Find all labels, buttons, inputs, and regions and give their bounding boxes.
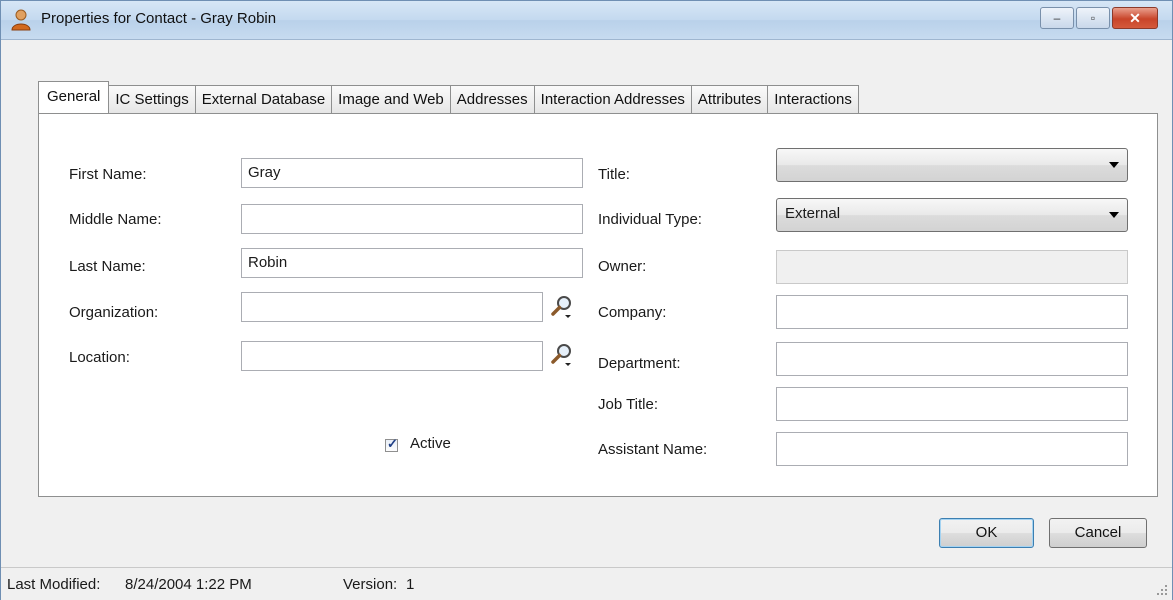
department-label: Department: bbox=[598, 355, 681, 372]
middle-name-label: Middle Name: bbox=[69, 211, 162, 228]
location-field[interactable] bbox=[241, 341, 543, 371]
ok-button[interactable]: OK bbox=[939, 518, 1034, 548]
first-name-field[interactable]: Gray bbox=[241, 158, 583, 188]
restore-button[interactable]: ▫ bbox=[1076, 7, 1110, 29]
organization-lookup-magnifier-icon[interactable] bbox=[550, 294, 574, 320]
tab-image-and-web[interactable]: Image and Web bbox=[331, 85, 451, 113]
job-title-field[interactable] bbox=[776, 387, 1128, 421]
tab-interactions[interactable]: Interactions bbox=[767, 85, 859, 113]
minimize-button[interactable]: – bbox=[1040, 7, 1074, 29]
location-lookup-magnifier-icon[interactable] bbox=[550, 342, 574, 368]
middle-name-field[interactable] bbox=[241, 204, 583, 234]
contact-person-icon bbox=[11, 9, 31, 31]
assistant-name-label: Assistant Name: bbox=[598, 441, 708, 458]
status-bar: Last Modified: 8/24/2004 1:22 PM Version… bbox=[1, 567, 1172, 600]
tab-addresses[interactable]: Addresses bbox=[449, 85, 535, 113]
individual-type-dropdown[interactable]: External bbox=[776, 198, 1128, 232]
minimize-icon: – bbox=[1053, 11, 1061, 25]
window-title: Properties for Contact - Gray Robin bbox=[41, 10, 277, 27]
version-label: Version: bbox=[343, 576, 398, 593]
tab-external-database[interactable]: External Database bbox=[194, 85, 333, 113]
tab-general[interactable]: General bbox=[38, 81, 110, 113]
individual-type-label: Individual Type: bbox=[598, 211, 702, 228]
owner-field bbox=[776, 250, 1128, 284]
last-name-label: Last Name: bbox=[69, 258, 146, 275]
first-name-label: First Name: bbox=[69, 166, 147, 183]
checkmark-icon: ✓ bbox=[387, 436, 398, 451]
properties-window: Properties for Contact - Gray Robin – ▫ … bbox=[0, 0, 1173, 600]
owner-label: Owner: bbox=[598, 258, 647, 275]
chevron-down-icon bbox=[1109, 212, 1119, 218]
tab-interaction-addresses[interactable]: Interaction Addresses bbox=[533, 85, 692, 113]
resize-grip-icon[interactable] bbox=[1156, 584, 1168, 596]
title-bar[interactable]: Properties for Contact - Gray Robin – ▫ … bbox=[1, 1, 1172, 40]
organization-field[interactable] bbox=[241, 292, 543, 322]
company-label: Company: bbox=[598, 304, 667, 321]
title-label: Title: bbox=[598, 166, 630, 183]
version-value: 1 bbox=[406, 576, 415, 593]
restore-icon: ▫ bbox=[1090, 11, 1096, 25]
chevron-down-icon bbox=[1109, 162, 1119, 168]
last-name-field[interactable]: Robin bbox=[241, 248, 583, 278]
tab-strip: General IC Settings External Database Im… bbox=[38, 81, 859, 113]
company-field[interactable] bbox=[776, 295, 1128, 329]
general-tab-panel: First Name: Gray Middle Name: Last Name:… bbox=[38, 113, 1158, 497]
title-dropdown[interactable] bbox=[776, 148, 1128, 182]
close-icon: ✕ bbox=[1129, 10, 1141, 26]
job-title-label: Job Title: bbox=[598, 396, 659, 413]
active-label[interactable]: Active bbox=[410, 435, 451, 452]
active-checkbox[interactable]: ✓ bbox=[385, 436, 398, 452]
organization-label: Organization: bbox=[69, 304, 159, 321]
last-modified-value: 8/24/2004 1:22 PM bbox=[125, 576, 252, 593]
location-label: Location: bbox=[69, 349, 130, 366]
tab-attributes[interactable]: Attributes bbox=[690, 85, 769, 113]
individual-type-value: External bbox=[785, 205, 841, 222]
cancel-button[interactable]: Cancel bbox=[1049, 518, 1147, 548]
tab-ic-settings[interactable]: IC Settings bbox=[108, 85, 196, 113]
assistant-name-field[interactable] bbox=[776, 432, 1128, 466]
close-button[interactable]: ✕ bbox=[1112, 7, 1158, 29]
department-field[interactable] bbox=[776, 342, 1128, 376]
window-controls: – ▫ ✕ bbox=[1038, 7, 1158, 29]
last-modified-label: Last Modified: bbox=[7, 576, 101, 593]
